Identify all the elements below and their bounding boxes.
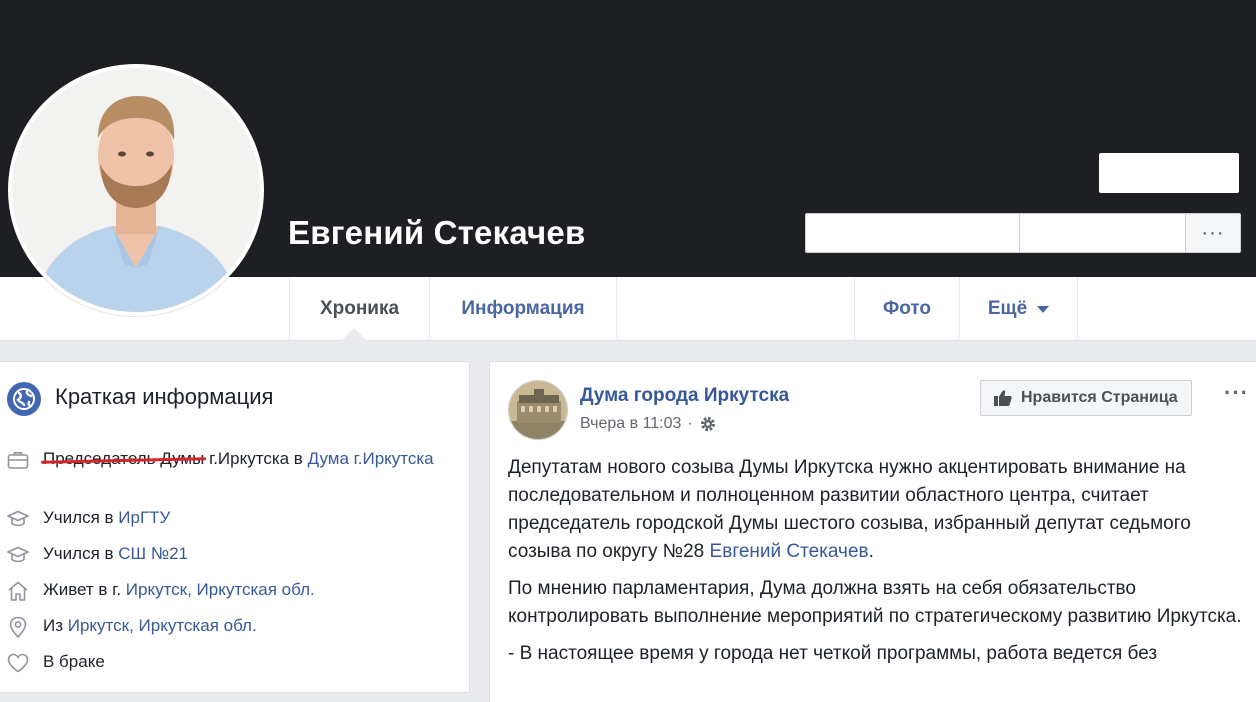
post-card: Дума города Иркутска Вчера в 11:03 · Нра…: [489, 361, 1256, 702]
intro-education-2: Учился в СШ №21: [7, 542, 447, 566]
profile-picture[interactable]: [8, 64, 264, 316]
struck-position: Председатель Думы: [43, 449, 205, 468]
like-page-label: Нравится Страница: [1021, 389, 1178, 406]
redacted-action-button-2[interactable]: [1020, 214, 1186, 252]
lives-link[interactable]: Иркутск, Иркутская обл.: [126, 580, 315, 599]
education-2-prefix: Учился в: [43, 544, 119, 563]
relationship-text: В браке: [43, 652, 105, 671]
post-paragraph-2: По мнению парламентария, Дума должна взя…: [508, 578, 1242, 627]
post-timestamp: Вчера в 11:03 ·: [580, 415, 717, 433]
tab-photos[interactable]: Фото: [854, 277, 959, 341]
chevron-down-icon: [1037, 305, 1050, 313]
separator: ·: [687, 415, 693, 432]
like-page-button[interactable]: Нравится Страница: [980, 380, 1192, 416]
intro-card: Краткая информация Председатель Думы г.И…: [0, 361, 470, 693]
intro-work: Председатель Думы г.Иркутска в Дума г.Ир…: [7, 447, 447, 471]
post-options-button[interactable]: ···: [1224, 380, 1249, 406]
redacted-button[interactable]: [1099, 153, 1239, 193]
lives-prefix: Живет в г.: [43, 580, 126, 599]
intro-lives-in: Живет в г. Иркутск, Иркутская обл.: [7, 578, 447, 602]
mention-link[interactable]: Евгений Стекачев: [710, 541, 869, 562]
tab-about[interactable]: Информация: [429, 277, 617, 341]
work-middle: г.Иркутска в: [204, 449, 308, 468]
post-time-text[interactable]: Вчера в 11:03: [580, 415, 681, 433]
graduation-cap-icon: [7, 546, 29, 563]
graduation-cap-icon: [7, 510, 29, 527]
post-paragraph-3: - В настоящее время у города нет четкой …: [508, 643, 1158, 664]
from-prefix: Из: [43, 616, 68, 635]
page-name-link[interactable]: Дума города Иркутска: [580, 385, 789, 407]
more-options-button[interactable]: ···: [1186, 214, 1240, 252]
profile-name: Евгений Стекачев: [288, 214, 586, 251]
thumbs-up-icon: [994, 390, 1012, 406]
location-pin-icon: [9, 616, 27, 638]
page-avatar[interactable]: [508, 380, 568, 440]
post-paragraph-1: Депутатам нового созыва Думы Иркутска ну…: [508, 454, 1248, 566]
intro-title: Краткая информация: [55, 384, 274, 409]
from-link[interactable]: Иркутск, Иркутская обл.: [68, 616, 257, 635]
tab-more[interactable]: Ещё: [959, 277, 1078, 341]
gear-icon[interactable]: [699, 415, 717, 433]
active-tab-indicator: [341, 328, 367, 341]
intro-from: Из Иркутск, Иркутская обл.: [7, 614, 447, 638]
heart-icon: [7, 653, 29, 673]
profile-actions: ···: [805, 213, 1241, 253]
intro-education-1: Учился в ИрГТУ: [7, 506, 447, 530]
redacted-action-button[interactable]: [806, 214, 1020, 252]
briefcase-icon: [7, 452, 29, 469]
education-1-link[interactable]: ИрГТУ: [118, 508, 170, 527]
avatar: [12, 68, 260, 312]
tab-more-label: Ещё: [987, 298, 1028, 319]
education-1-prefix: Учился в: [43, 508, 119, 527]
education-2-link[interactable]: СШ №21: [118, 544, 188, 563]
home-icon: [8, 581, 28, 601]
post-text: Депутатам нового созыва Думы Иркутска ну…: [508, 454, 1248, 677]
globe-icon: [7, 382, 41, 416]
post-p1-end: .: [868, 541, 874, 562]
intro-relationship: В браке: [7, 650, 447, 674]
work-link[interactable]: Дума г.Иркутска: [308, 449, 434, 468]
